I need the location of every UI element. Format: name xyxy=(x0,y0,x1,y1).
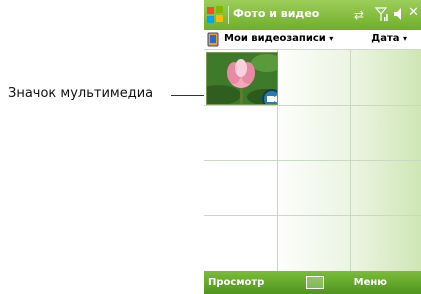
grid-divider xyxy=(204,105,421,106)
media-grid xyxy=(204,50,421,271)
toolbar: Мои видеозаписи ▾ Дата ▾ xyxy=(204,30,421,50)
video-thumbnail[interactable] xyxy=(206,52,278,105)
app-title: Фото и видео xyxy=(233,7,320,20)
chevron-down-icon: ▾ xyxy=(329,34,334,43)
grid-divider xyxy=(204,215,421,216)
view-softkey[interactable]: Просмотр xyxy=(208,277,264,288)
folder-dropdown[interactable]: Мои видеозаписи ▾ xyxy=(224,33,333,44)
softkey-bar: Просмотр Меню xyxy=(204,271,421,294)
keyboard-icon[interactable] xyxy=(306,276,324,289)
chevron-down-icon: ▾ xyxy=(402,34,407,43)
callout-label: Значок мультимедиа xyxy=(8,86,154,101)
title-bar: Фото и видео ⇄ ✕ xyxy=(204,0,421,30)
sort-dropdown-label: Дата xyxy=(371,33,400,44)
device-screen: Фото и видео ⇄ ✕ Мои видеозаписи ▾ Дата … xyxy=(204,0,421,294)
menu-softkey[interactable]: Меню xyxy=(354,277,387,288)
volume-icon[interactable] xyxy=(393,7,405,21)
windows-start-icon[interactable] xyxy=(206,5,224,25)
close-icon[interactable]: ✕ xyxy=(408,6,419,20)
title-separator xyxy=(228,6,229,24)
sync-icon[interactable]: ⇄ xyxy=(354,8,364,22)
sort-dropdown[interactable]: Дата ▾ xyxy=(371,33,407,44)
grid-divider xyxy=(204,160,421,161)
media-icon xyxy=(262,89,277,104)
folder-dropdown-label: Мои видеозаписи xyxy=(224,33,326,44)
signal-icon[interactable] xyxy=(374,6,388,22)
video-folder-icon[interactable] xyxy=(207,32,219,47)
